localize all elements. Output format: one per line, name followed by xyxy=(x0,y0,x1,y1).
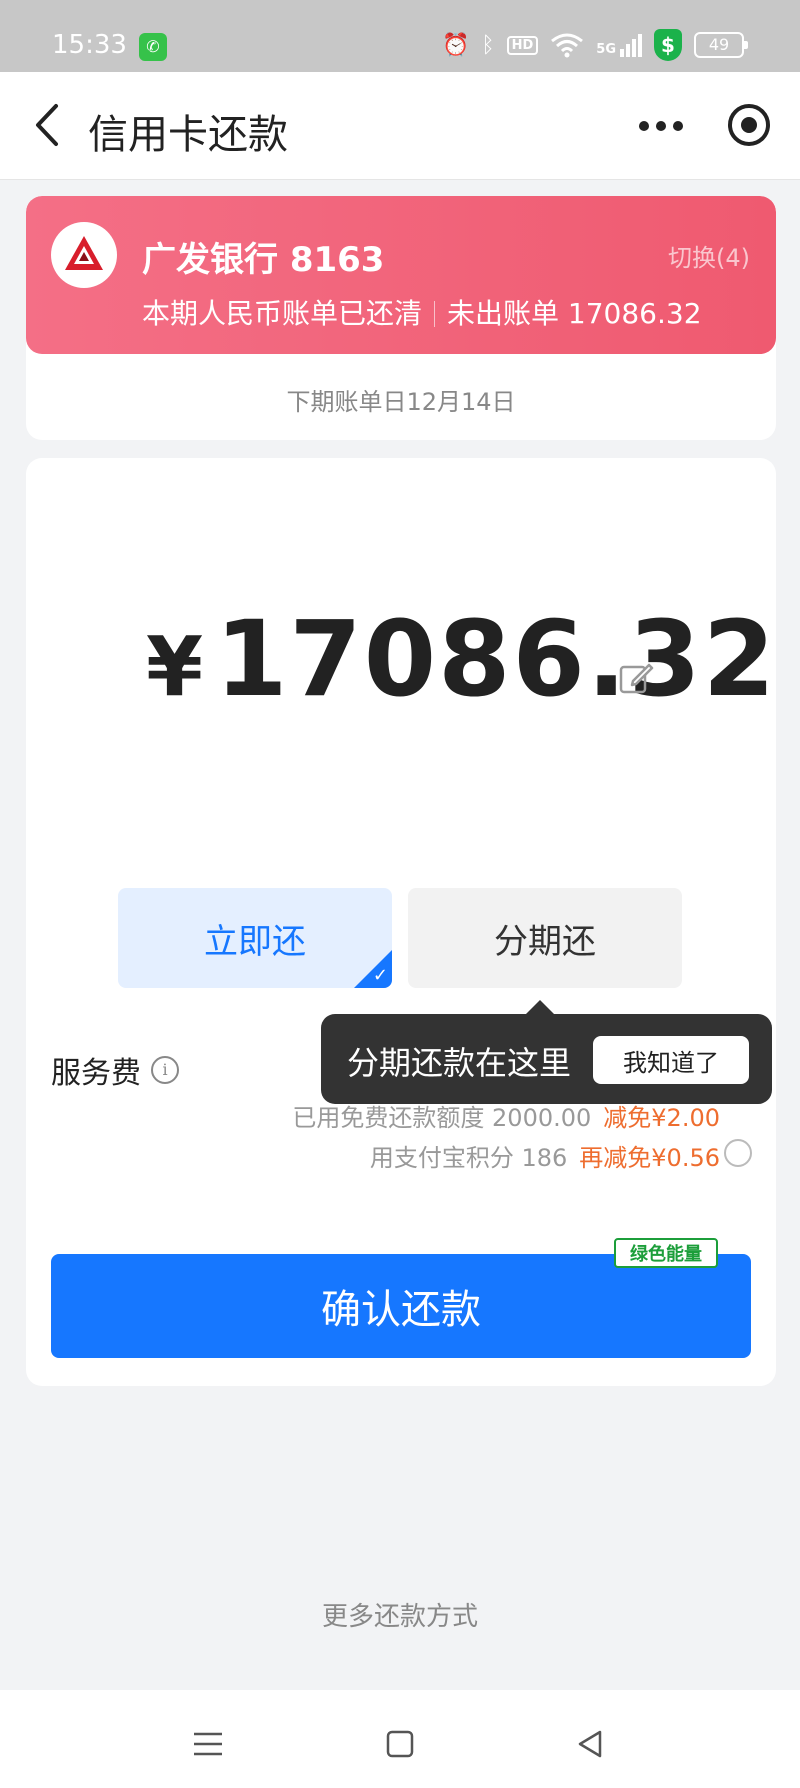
check-icon: ✓ xyxy=(372,965,388,986)
bank-name: 广发银行 8163 xyxy=(142,240,385,280)
system-nav-bar xyxy=(0,1690,800,1788)
wifi-icon xyxy=(551,33,584,58)
back-triangle-icon[interactable] xyxy=(572,1726,608,1762)
pay-now-option[interactable]: 立即还 ✓ xyxy=(118,888,392,988)
service-fee-label: 服务费 i xyxy=(51,1048,179,1092)
confirm-label: 确认还款 xyxy=(321,1287,481,1333)
next-bill-date: 下期账单日12月14日 xyxy=(286,388,516,416)
bank-card-banner[interactable]: 广发银行 8163 切换(4) 本期人民币账单已还清 未出账单 17086.32 xyxy=(26,196,776,354)
amount-value: 17086.32 xyxy=(215,598,778,720)
payment-card: ¥17086.32 立即还 ✓ 分期还 服务费 i 已用免费还款额度 2000.… xyxy=(26,458,776,1386)
network-type: 5G xyxy=(596,41,616,57)
green-energy-badge: 绿色能量 xyxy=(614,1238,718,1268)
unbilled-amount: 未出账单 17086.32 xyxy=(447,297,702,330)
free-quota-text: 已用免费还款额度 2000.00 xyxy=(292,1104,592,1132)
status-icons: ⏰ ᛒ HD 5G $ 49 xyxy=(442,29,748,61)
card-section: 广发银行 8163 切换(4) 本期人民币账单已还清 未出账单 17086.32 … xyxy=(26,196,776,440)
menu-icon[interactable] xyxy=(190,1726,226,1762)
got-it-button[interactable]: 我知道了 xyxy=(593,1036,749,1084)
alarm-icon: ⏰ xyxy=(442,32,470,58)
confirm-payment-button[interactable]: 确认还款 xyxy=(51,1254,751,1358)
home-icon[interactable] xyxy=(382,1726,418,1762)
installment-label: 分期还 xyxy=(494,921,596,962)
bill-status: 本期人民币账单已还清 未出账单 17086.32 xyxy=(142,292,702,332)
currency-symbol: ¥ xyxy=(146,620,206,715)
use-points-radio[interactable] xyxy=(724,1139,752,1167)
page-title: 信用卡还款 xyxy=(88,112,288,158)
more-options-icon[interactable] xyxy=(636,106,686,146)
bill-divider xyxy=(434,301,436,327)
payment-amount: ¥17086.32 xyxy=(146,598,777,720)
points-text: 用支付宝积分 186 xyxy=(369,1144,568,1172)
free-quota-discount: 减免¥2.00 xyxy=(603,1104,720,1132)
switch-card-link[interactable]: 切换(4) xyxy=(668,238,750,273)
tooltip-text: 分期还款在这里 xyxy=(347,1044,572,1082)
info-icon[interactable]: i xyxy=(151,1056,179,1084)
edit-amount-icon[interactable] xyxy=(618,660,654,696)
nav-bar: 信用卡还款 xyxy=(0,72,800,180)
installment-option[interactable]: 分期还 xyxy=(408,888,682,988)
close-miniapp-icon[interactable] xyxy=(726,102,772,148)
phone-call-icon: ✆ xyxy=(139,33,167,61)
security-shield-icon: $ xyxy=(654,29,682,61)
status-time: 15:33 xyxy=(52,30,127,60)
bluetooth-icon: ᛒ xyxy=(481,32,495,58)
service-fee-text: 服务费 xyxy=(51,1056,141,1091)
points-discount: 再减免¥0.56 xyxy=(579,1144,720,1172)
status-bar: 15:33 ✆ ⏰ ᛒ HD 5G $ 49 xyxy=(0,0,800,72)
bill-paid-status: 本期人民币账单已还清 xyxy=(142,297,423,330)
back-arrow-icon[interactable] xyxy=(26,100,76,150)
cgb-logo-icon xyxy=(65,236,103,270)
installment-tooltip: 分期还款在这里 我知道了 xyxy=(321,1000,772,1104)
cellular-signal-icon: 5G xyxy=(596,33,642,57)
points-line: 用支付宝积分 186 再减免¥0.56 xyxy=(370,1138,720,1173)
hd-icon: HD xyxy=(506,35,539,55)
pay-now-label: 立即还 xyxy=(204,921,306,962)
more-payment-methods-link[interactable]: 更多还款方式 xyxy=(0,1596,800,1633)
bank-logo xyxy=(51,222,117,288)
battery-icon: 49 xyxy=(694,32,748,58)
